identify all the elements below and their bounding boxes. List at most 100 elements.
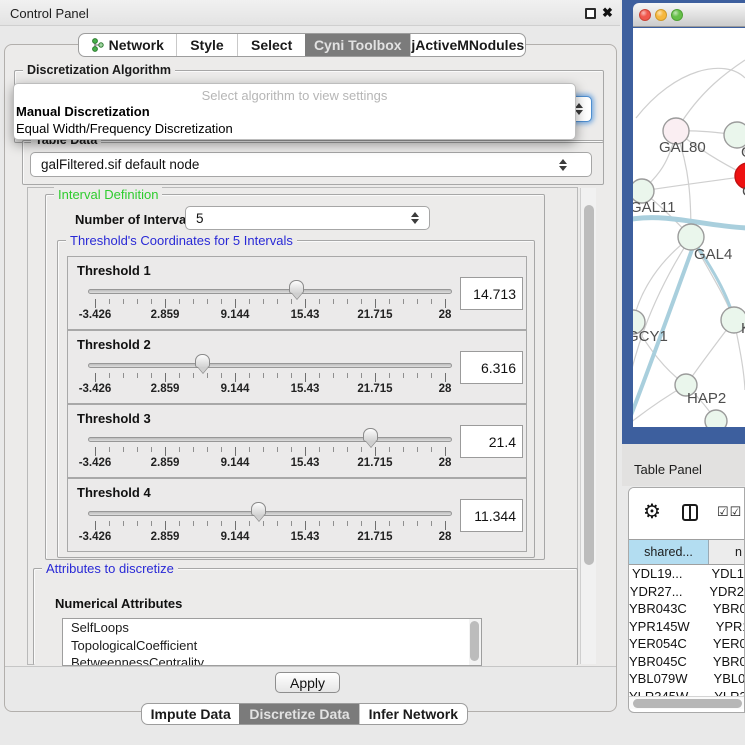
tab-label: Discretize Data [249, 706, 349, 722]
thresholds-group-label: Threshold's Coordinates for 5 Intervals [66, 233, 297, 248]
algorithm-hint: Select algorithm to view settings [14, 88, 575, 103]
slider-major-tick [165, 447, 166, 456]
network-node-label: GA [741, 144, 745, 161]
table-row[interactable]: YBR043CYBR0 [629, 601, 744, 619]
numerical-attributes-heading: Numerical Attributes [55, 596, 182, 611]
tab-jactivemnodules[interactable]: jActiveMNodules [410, 34, 525, 56]
slider-tick-label: -3.426 [79, 457, 112, 469]
mac-zoom-button[interactable] [671, 9, 683, 21]
slider-major-tick [375, 299, 376, 308]
threshold-panel-3: Threshold 3-3.4262.8599.14415.4321.71528… [67, 404, 527, 478]
threshold-slider-track[interactable] [88, 289, 452, 294]
tab-label: Select [251, 37, 292, 53]
number-of-intervals-combobox[interactable]: 5 [185, 206, 430, 230]
gear-icon[interactable]: ⚙ [643, 499, 661, 524]
tab-cyni-toolbox[interactable]: Cyni Toolbox [305, 34, 410, 56]
tab-infer-network[interactable]: Infer Network [359, 704, 467, 724]
table-row[interactable]: YDR27...YDR2 [629, 584, 744, 602]
threshold-value-field[interactable]: 11.344 [460, 499, 523, 532]
number-of-intervals-value: 5 [196, 211, 204, 226]
network-node-label: HAP2 [687, 390, 726, 407]
apply-button[interactable]: Apply [275, 672, 340, 693]
table-row[interactable]: YER054CYER0 [629, 636, 744, 654]
slider-major-tick [165, 521, 166, 530]
threshold-slider-thumb[interactable] [363, 428, 378, 442]
cell-name: YBL0 [688, 671, 744, 689]
slider-major-tick [445, 299, 446, 308]
attributes-list-scrollbar[interactable] [469, 619, 481, 665]
network-view-canvas[interactable]: GAL80GACGAL11GAL4GCY1HHAP2 [633, 28, 745, 427]
tab-style[interactable]: Style [176, 34, 238, 56]
table-toolbar: ⚙ ☑☑ [629, 488, 744, 538]
column-layout-icon[interactable] [682, 504, 698, 521]
table-row[interactable]: YPR145WYPR1 [629, 619, 744, 637]
mac-minimize-button[interactable] [655, 9, 667, 21]
threshold-slider-track[interactable] [88, 437, 452, 442]
network-node[interactable] [705, 410, 727, 427]
column-header-name[interactable]: n [709, 540, 744, 564]
network-icon [91, 38, 104, 52]
threshold-slider-thumb[interactable] [195, 354, 210, 368]
number-of-intervals-label: Number of Intervals [75, 212, 197, 227]
cell-shared-name: YBL079W [629, 671, 688, 689]
attribute-list-item[interactable]: BetweennessCentrality [63, 654, 481, 666]
slider-tick-label: 2.859 [151, 309, 180, 321]
table-row[interactable]: YDL19...YDL1 [629, 566, 744, 584]
table-rows: YDL19...YDL1YDR27...YDR2YBR043CYBR0YPR14… [629, 566, 744, 696]
checkboxes-icon[interactable]: ☑☑ [717, 504, 742, 520]
threshold-value-field[interactable]: 14.713 [460, 277, 523, 310]
tab-impute-data[interactable]: Impute Data [142, 704, 239, 724]
attribute-list-item[interactable]: TopologicalCoefficient [63, 637, 481, 655]
attribute-list-item[interactable]: SelfLoops [63, 619, 481, 637]
table-horizontal-scrollbar[interactable] [629, 696, 744, 709]
threshold-label: Threshold 2 [77, 337, 151, 352]
threshold-slider-thumb[interactable] [289, 280, 304, 294]
column-header-shared-name[interactable]: shared... [629, 540, 709, 564]
mac-close-button[interactable] [639, 9, 651, 21]
cell-name: YDL1 [685, 566, 744, 584]
tab-network[interactable]: Network [79, 34, 176, 56]
threshold-value-field[interactable]: 6.316 [460, 351, 523, 384]
bottom-tab-bar: Impute Data Discretize Data Infer Network [141, 703, 468, 725]
threshold-slider-track[interactable] [88, 363, 452, 368]
cell-shared-name: YBR045C [629, 654, 687, 672]
slider-major-tick [95, 299, 96, 308]
slider-major-tick [305, 373, 306, 382]
slider-tick-label: 28 [439, 457, 452, 469]
network-node-label: H [741, 320, 745, 337]
control-panel-titlebar: Control Panel ✖ [0, 0, 620, 26]
main-vertical-scrollbar[interactable] [580, 188, 596, 664]
numerical-attributes-list[interactable]: SelfLoopsTopologicalCoefficientBetweenne… [62, 618, 482, 666]
network-node-label: GAL4 [694, 246, 732, 263]
float-window-icon[interactable] [585, 8, 596, 19]
table-data-combobox[interactable]: galFiltered.sif default node [30, 152, 592, 177]
tab-discretize-data[interactable]: Discretize Data [239, 704, 358, 724]
slider-major-tick [375, 521, 376, 530]
table-row[interactable]: YBR045CYBR0 [629, 654, 744, 672]
tab-label: Style [190, 37, 223, 53]
slider-tick-label: 2.859 [151, 457, 180, 469]
algorithm-option-equal-width[interactable]: Equal Width/Frequency Discretization [16, 121, 233, 136]
tab-select[interactable]: Select [237, 34, 305, 56]
table-panel-window: ⚙ ☑☑ shared... n YDL19...YDL1YDR27...YDR… [628, 487, 745, 713]
slider-tick-label: 21.715 [357, 531, 392, 543]
attributes-group-label: Attributes to discretize [42, 561, 178, 576]
table-row[interactable]: YLR345WYLR3 [629, 689, 744, 697]
threshold-slider-thumb[interactable] [251, 502, 266, 516]
tab-label: Cyni Toolbox [314, 37, 402, 53]
close-icon[interactable]: ✖ [602, 5, 613, 21]
algorithm-option-manual[interactable]: Manual Discretization [16, 104, 150, 119]
threshold-value-field[interactable]: 21.4 [460, 425, 523, 458]
slider-major-tick [165, 299, 166, 308]
algorithm-dropdown-popup: Select algorithm to view settings Manual… [13, 83, 576, 140]
network-window-titlebar[interactable] [633, 3, 745, 27]
cell-name: YBR0 [687, 654, 744, 672]
slider-minor-ticks [95, 373, 446, 378]
cell-name: YER0 [687, 636, 744, 654]
table-row[interactable]: YBL079WYBL0 [629, 671, 744, 689]
slider-major-tick [445, 447, 446, 456]
slider-major-tick [305, 299, 306, 308]
slider-tick-label: 15.43 [291, 309, 320, 321]
threshold-slider-track[interactable] [88, 511, 452, 516]
slider-tick-label: 9.144 [221, 383, 250, 395]
